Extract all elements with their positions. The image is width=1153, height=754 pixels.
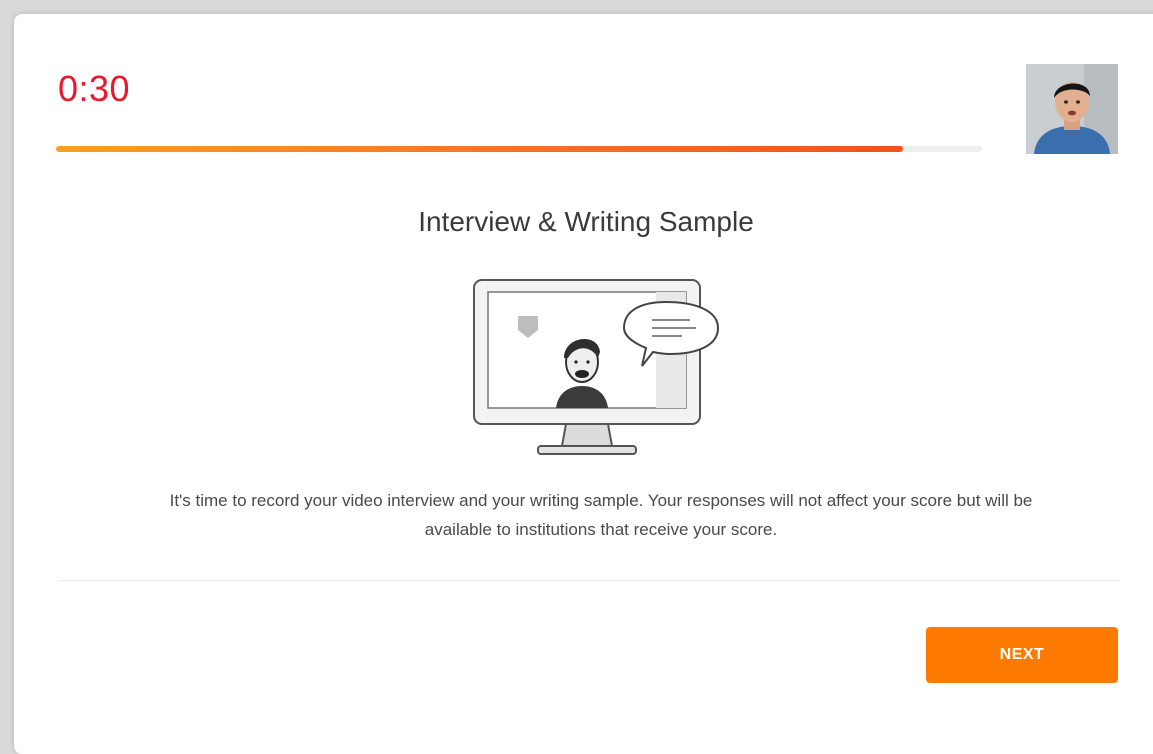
progress-bar-fill xyxy=(56,146,904,152)
page-title: Interview & Writing Sample xyxy=(418,206,754,237)
progress-bar xyxy=(56,146,982,152)
countdown-timer: 0:30 xyxy=(58,68,131,109)
webcam-person-icon xyxy=(1026,64,1118,154)
divider xyxy=(58,580,1120,581)
webcam-preview xyxy=(1026,64,1118,154)
interview-card: 0:30 Interview & Writing Sample It's tim… xyxy=(14,14,1153,754)
instructions-text: It's time to record your video interview… xyxy=(169,491,1033,539)
computer-monitor-video-chat-icon xyxy=(466,276,726,467)
next-button[interactable]: NEXT xyxy=(926,627,1118,683)
